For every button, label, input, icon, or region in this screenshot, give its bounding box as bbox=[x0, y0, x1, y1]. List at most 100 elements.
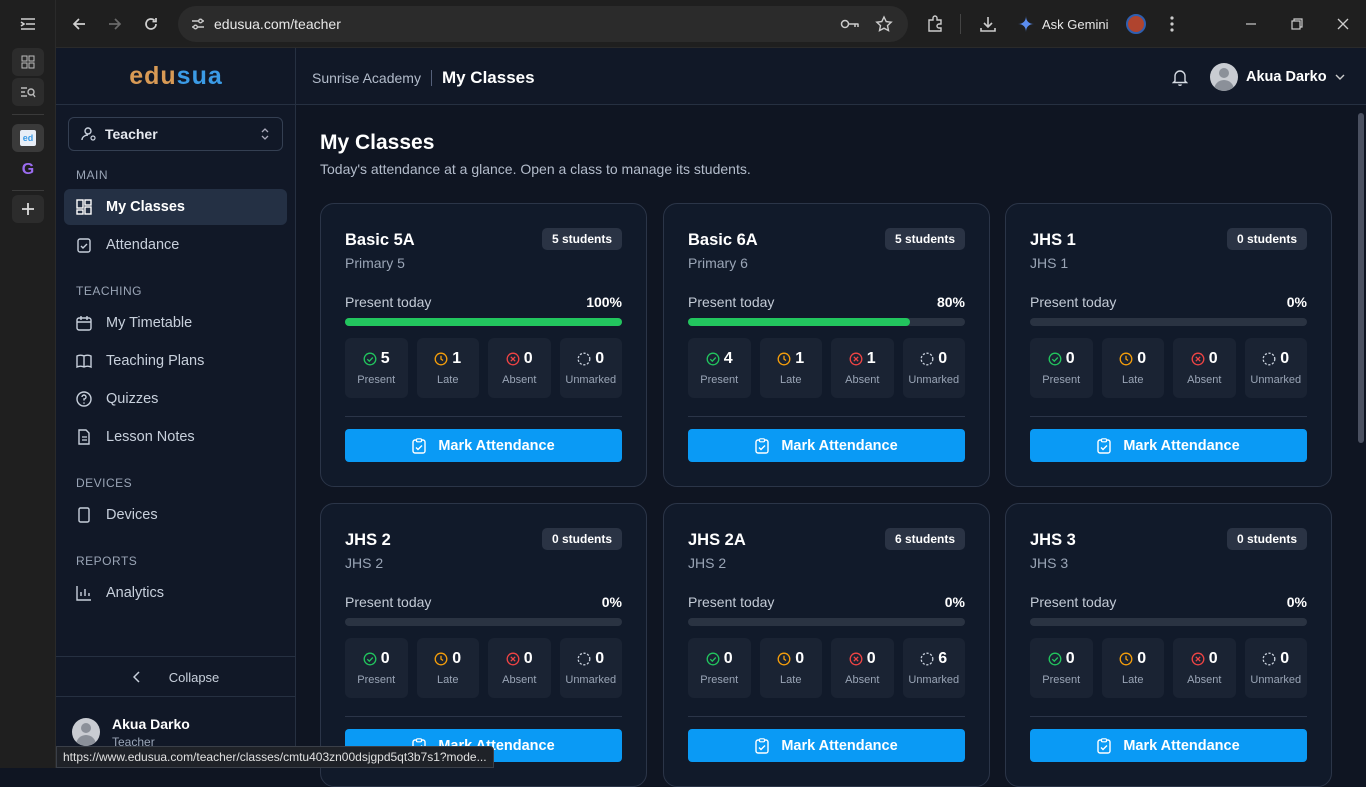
stat-present: 0 Present bbox=[1030, 338, 1093, 398]
dashed-circle-icon bbox=[920, 352, 934, 366]
main-scrollbar[interactable] bbox=[1356, 105, 1366, 768]
stat-absent-value: 0 bbox=[523, 350, 533, 367]
tab-search-icon[interactable] bbox=[12, 78, 44, 106]
g-app-tab-icon[interactable]: G bbox=[12, 156, 44, 184]
stat-absent: 0 Absent bbox=[1173, 638, 1236, 698]
edusua-tab-icon[interactable]: ed bbox=[12, 124, 44, 152]
stat-absent: 0 Absent bbox=[1173, 338, 1236, 398]
profile-avatar-icon[interactable] bbox=[1124, 12, 1148, 36]
mark-attendance-button[interactable]: Mark Attendance bbox=[1030, 729, 1307, 762]
reload-icon[interactable] bbox=[139, 12, 163, 36]
calendar-icon bbox=[76, 316, 92, 331]
address-bar[interactable]: edusua.com/teacher bbox=[178, 6, 908, 42]
sidebar-item-my-classes[interactable]: My Classes bbox=[64, 189, 287, 225]
mark-attendance-button[interactable]: Mark Attendance bbox=[1030, 429, 1307, 462]
class-card[interactable]: JHS 3 JHS 3 0 students Present today 0% … bbox=[1005, 503, 1332, 787]
mark-attendance-button[interactable]: Mark Attendance bbox=[688, 429, 965, 462]
dashboard-grid-icon bbox=[76, 199, 92, 215]
user-role-icon bbox=[81, 127, 96, 141]
clock-icon bbox=[434, 352, 448, 366]
breadcrumb-school[interactable]: Sunrise Academy bbox=[312, 70, 421, 86]
stat-unmarked: 0 Unmarked bbox=[559, 338, 622, 398]
stat-absent: 0 Absent bbox=[488, 638, 551, 698]
class-card[interactable]: JHS 1 JHS 1 0 students Present today 0% … bbox=[1005, 203, 1332, 487]
scrollbar-thumb[interactable] bbox=[1358, 113, 1364, 443]
password-key-icon[interactable] bbox=[840, 16, 860, 37]
stat-unmarked: 0 Unmarked bbox=[1244, 638, 1307, 698]
class-card[interactable]: JHS 2A JHS 2 6 students Present today 0%… bbox=[663, 503, 990, 787]
dashed-circle-icon bbox=[1262, 352, 1276, 366]
minimize-icon[interactable] bbox=[1239, 12, 1263, 36]
class-name: JHS 1 bbox=[1030, 231, 1076, 249]
site-settings-icon[interactable] bbox=[190, 16, 206, 37]
section-reports: REPORTS bbox=[76, 554, 138, 568]
attendance-progress-fill bbox=[345, 318, 622, 326]
forward-arrow-icon[interactable] bbox=[103, 12, 127, 36]
attendance-progress-bar bbox=[688, 618, 965, 626]
download-icon[interactable] bbox=[976, 12, 1000, 36]
sidebar-item-label: Devices bbox=[106, 507, 158, 523]
stat-absent-label: Absent bbox=[845, 674, 880, 686]
sidebar-item-devices[interactable]: Devices bbox=[64, 497, 287, 533]
new-tab-plus-icon[interactable] bbox=[12, 195, 44, 223]
stat-present-label: Present bbox=[1042, 374, 1081, 386]
edusua-logo[interactable]: edusua bbox=[56, 62, 296, 91]
stat-absent-value: 1 bbox=[866, 350, 876, 367]
attendance-stats: 0 Present 0 Late 0 Absent 0 Unmarked bbox=[1030, 638, 1307, 698]
ask-gemini-button[interactable]: Ask Gemini bbox=[1018, 12, 1108, 36]
stat-late-value: 1 bbox=[452, 350, 462, 367]
extensions-puzzle-icon[interactable] bbox=[923, 12, 947, 36]
mark-attendance-button[interactable]: Mark Attendance bbox=[688, 729, 965, 762]
class-card[interactable]: JHS 2 JHS 2 0 students Present today 0% … bbox=[320, 503, 647, 787]
sidebar-item-lesson-notes[interactable]: Lesson Notes bbox=[64, 419, 287, 455]
restore-icon[interactable] bbox=[1285, 12, 1309, 36]
stat-absent-value: 0 bbox=[1208, 350, 1218, 367]
stat-late-label: Late bbox=[1122, 374, 1144, 386]
stat-late-value: 0 bbox=[452, 650, 462, 667]
clipboard-check-icon bbox=[1097, 437, 1112, 454]
url-text[interactable]: edusua.com/teacher bbox=[214, 16, 341, 32]
clock-icon bbox=[1119, 352, 1133, 366]
stat-absent: 0 Absent bbox=[831, 638, 894, 698]
sidebar-item-attendance[interactable]: Attendance bbox=[64, 227, 287, 263]
sidebar-item-timetable[interactable]: My Timetable bbox=[64, 305, 287, 341]
browser-menu-icon[interactable] bbox=[1160, 12, 1184, 36]
bookmark-star-icon[interactable] bbox=[875, 15, 893, 38]
avatar[interactable] bbox=[72, 718, 100, 746]
close-window-icon[interactable] bbox=[1331, 12, 1355, 36]
browser-toolbar: edusua.com/teacher Ask Gemini bbox=[56, 0, 1366, 48]
sidebar-item-quizzes[interactable]: Quizzes bbox=[64, 381, 287, 417]
class-card[interactable]: Basic 5A Primary 5 5 students Present to… bbox=[320, 203, 647, 487]
class-name: Basic 5A bbox=[345, 231, 415, 249]
back-arrow-icon[interactable] bbox=[67, 12, 91, 36]
stat-unmarked-value: 0 bbox=[938, 350, 948, 367]
stat-late-value: 0 bbox=[1137, 650, 1147, 667]
stat-present: 0 Present bbox=[1030, 638, 1093, 698]
sidebar-item-analytics[interactable]: Analytics bbox=[64, 575, 287, 611]
user-menu[interactable]: Akua Darko bbox=[1210, 63, 1345, 91]
attendance-progress-bar bbox=[345, 618, 622, 626]
attendance-progress-bar bbox=[688, 318, 965, 326]
role-selector[interactable]: Teacher bbox=[68, 117, 283, 151]
x-circle-icon bbox=[849, 352, 863, 366]
collapse-button[interactable]: Collapse bbox=[56, 666, 296, 688]
sidebar-item-teaching-plans[interactable]: Teaching Plans bbox=[64, 343, 287, 379]
mark-attendance-label: Mark Attendance bbox=[1123, 437, 1240, 454]
stat-present-value: 5 bbox=[380, 350, 390, 367]
student-count-badge: 0 students bbox=[541, 528, 622, 550]
stat-present-value: 0 bbox=[1065, 650, 1075, 667]
stat-unmarked: 0 Unmarked bbox=[559, 638, 622, 698]
check-circle-icon bbox=[363, 352, 377, 366]
chevron-down-icon bbox=[1335, 74, 1345, 80]
clipboard-check-icon bbox=[412, 437, 427, 454]
stat-unmarked-value: 0 bbox=[1280, 350, 1290, 367]
notification-bell-icon[interactable] bbox=[1171, 68, 1189, 91]
class-name: JHS 3 bbox=[1030, 531, 1076, 549]
mark-attendance-button[interactable]: Mark Attendance bbox=[345, 429, 622, 462]
tab-grid-icon[interactable] bbox=[12, 48, 44, 76]
present-today-label: Present today bbox=[1030, 294, 1117, 310]
present-percent: 0% bbox=[1286, 594, 1307, 610]
tab-strip-toggle-icon[interactable] bbox=[12, 10, 44, 38]
class-card[interactable]: Basic 6A Primary 6 5 students Present to… bbox=[663, 203, 990, 487]
stat-late-label: Late bbox=[780, 674, 802, 686]
